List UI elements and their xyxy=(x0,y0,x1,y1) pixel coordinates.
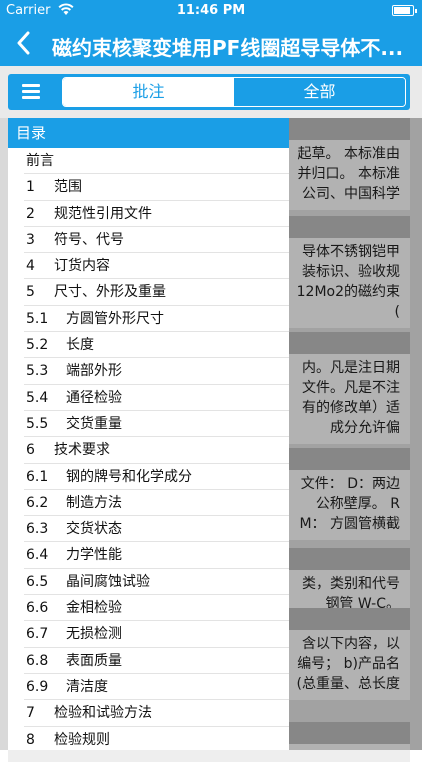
toc-item[interactable]: 5.4 通径检验 xyxy=(24,385,289,411)
toc-item-label: 检验和试验方法 xyxy=(54,705,152,722)
toc-header: 目录 xyxy=(8,118,289,148)
toc-item-label: 力学性能 xyxy=(66,547,122,564)
toc-item-label: 端部外形 xyxy=(66,363,122,380)
toc-item[interactable]: 5.3 端部外形 xyxy=(24,358,289,385)
toc-item-label: 金相检验 xyxy=(66,600,122,617)
toc-item-label: 交货状态 xyxy=(66,521,122,538)
toc-item-number: 5 xyxy=(26,284,35,301)
segmented-control: 批注 全部 xyxy=(62,77,406,107)
toc-item[interactable]: 6.8 表面质量 xyxy=(24,648,289,674)
toc-item-number: 5.5 xyxy=(26,415,49,432)
toc-item-number: 6.9 xyxy=(26,678,49,695)
toc-item[interactable]: 5.5 交货重量 xyxy=(24,411,289,438)
toc-item-number: 6.8 xyxy=(26,652,49,669)
toc-item-number: 6.3 xyxy=(26,521,49,538)
toc-item[interactable]: 3 符号、代号 xyxy=(24,227,289,254)
toc-item[interactable]: 6.6 金相检验 xyxy=(24,595,289,622)
toc-item-label: 检验规则 xyxy=(54,731,110,748)
menu-icon[interactable] xyxy=(22,84,44,100)
toc-item-number: 5.2 xyxy=(26,337,49,354)
toc-item[interactable]: 6.1 钢的牌号和化学成分 xyxy=(24,464,289,490)
toolbar: 批注 全部 xyxy=(0,66,422,118)
toc-item-label: 范围 xyxy=(54,179,82,196)
toc-item[interactable]: 6 技术要求 xyxy=(24,437,289,464)
tab-annotations[interactable]: 批注 xyxy=(63,78,234,106)
toc-item-label: 订货内容 xyxy=(54,258,110,275)
toc-item-label: 清洁度 xyxy=(66,678,108,695)
toc-item-number: 2 xyxy=(26,205,35,222)
toc-item-label: 钢的牌号和化学成分 xyxy=(66,468,192,485)
toc-item-label: 晶间腐蚀试验 xyxy=(66,573,150,590)
toc-item[interactable]: 7 检验和试验方法 xyxy=(24,700,289,727)
toc-item-number: 7 xyxy=(26,705,35,722)
toc-item[interactable]: 6.3 交货状态 xyxy=(24,516,289,543)
toc-item-label: 前言 xyxy=(26,153,54,169)
clock: 11:46 PM xyxy=(176,3,246,18)
dim-overlay[interactable] xyxy=(289,118,422,750)
toc-item[interactable]: 5 尺寸、外形及重量 xyxy=(24,279,289,306)
toc-item-number: 6.6 xyxy=(26,600,49,617)
toc-item-number: 4 xyxy=(26,258,35,275)
battery-icon xyxy=(392,5,417,16)
toc-item-number: 6.7 xyxy=(26,626,49,643)
toc-item[interactable]: 前言 xyxy=(24,148,289,175)
toc-item-number: 6.1 xyxy=(26,468,49,485)
toolbar-bar: 批注 全部 xyxy=(8,74,410,110)
toc-item-number: 8 xyxy=(26,731,35,748)
toc-item[interactable]: 5.2 长度 xyxy=(24,332,289,359)
toc-item-label: 方圆管外形尺寸 xyxy=(66,310,164,327)
toc-item-number: 5.1 xyxy=(26,310,49,327)
toc-item-label: 无损检测 xyxy=(66,626,122,643)
toc-item-label: 技术要求 xyxy=(54,442,110,459)
toc-item-number: 1 xyxy=(26,179,35,196)
toc-item[interactable]: 6.2 制造方法 xyxy=(24,490,289,517)
navigation-bar: 磁约束核聚变堆用PF线圈超导导体不... xyxy=(0,22,422,66)
toc-item[interactable]: 5.1 方圆管外形尺寸 xyxy=(24,306,289,333)
toc-item[interactable]: 2 规范性引用文件 xyxy=(24,201,289,227)
back-chevron-icon[interactable] xyxy=(16,31,30,60)
toc-item[interactable]: 4 订货内容 xyxy=(24,253,289,280)
toc-item-number: 5.4 xyxy=(26,389,49,406)
toc-item-label: 表面质量 xyxy=(66,652,122,669)
tab-all[interactable]: 全部 xyxy=(234,78,405,106)
status-bar: Carrier 11:46 PM xyxy=(0,0,422,22)
toc-item-number: 6 xyxy=(26,442,35,459)
toc-item-number: 6.2 xyxy=(26,494,49,511)
toc-item-label: 符号、代号 xyxy=(54,231,124,248)
page-title: 磁约束核聚变堆用PF线圈超导导体不... xyxy=(52,36,404,60)
toc-item[interactable]: 8 检验规则 xyxy=(24,727,289,750)
toc-item[interactable]: 1 范围 xyxy=(24,174,289,201)
toc-item-label: 长度 xyxy=(66,337,94,354)
toc-item-label: 交货重量 xyxy=(66,415,122,432)
toc-item-number: 5.3 xyxy=(26,363,49,380)
toc-item-number: 3 xyxy=(26,231,35,248)
toc-item[interactable]: 6.7 无损检测 xyxy=(24,621,289,648)
toc-item-label: 规范性引用文件 xyxy=(54,205,152,222)
toc-item[interactable]: 6.5 晶间腐蚀试验 xyxy=(24,569,289,596)
toc-item-label: 制造方法 xyxy=(66,494,122,511)
toc-item[interactable]: 6.9 清洁度 xyxy=(24,674,289,701)
toc-list: 前言 1 范围 2 规范性引用文件 3 符号、代号 4 订货内容 5 尺寸、外形及重量 5.1 方圆管外… xyxy=(8,148,289,750)
toc-item-label: 尺寸、外形及重量 xyxy=(54,284,166,301)
toc-item-number: 6.5 xyxy=(26,573,49,590)
toc-item[interactable]: 6.4 力学性能 xyxy=(24,542,289,569)
toc-item-label: 通径检验 xyxy=(66,389,122,406)
toc-drawer: 目录 前言 1 范围 2 规范性引用文件 3 符号、代号 4 订货内容 5 尺寸、外形及重量 5.1 方… xyxy=(8,118,289,750)
toc-item-number: 6.4 xyxy=(26,547,49,564)
